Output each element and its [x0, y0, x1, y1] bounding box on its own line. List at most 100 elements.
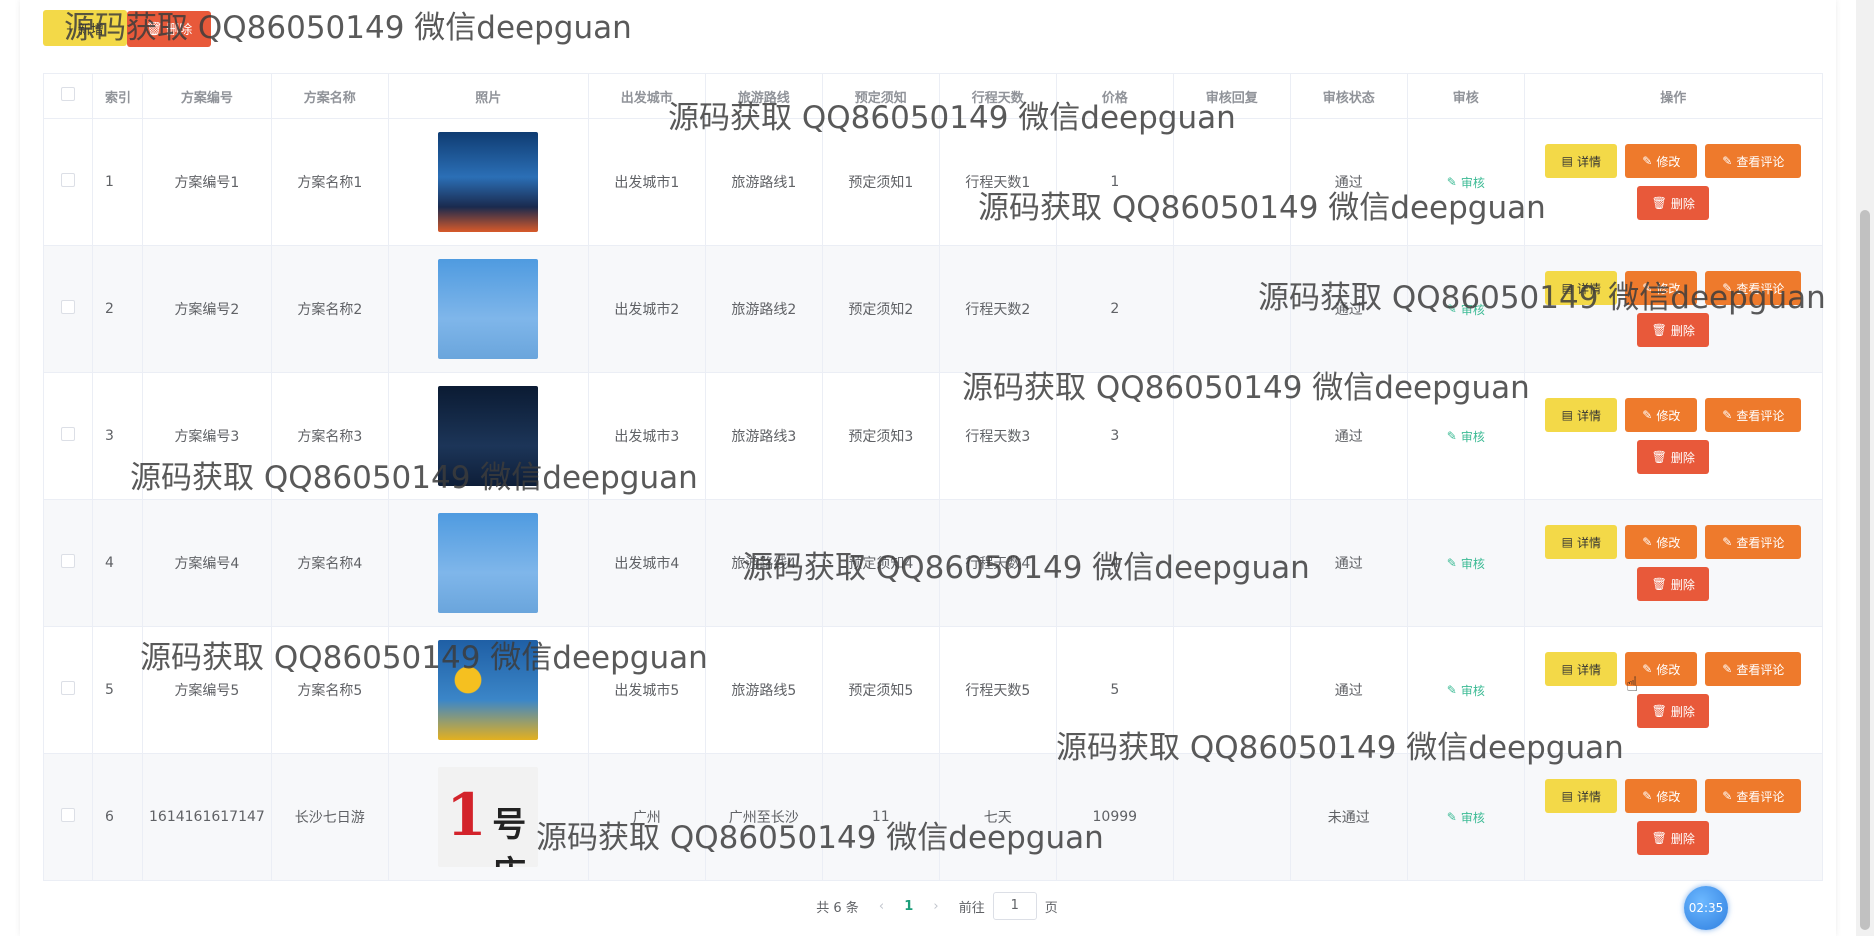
- document-icon: ▤: [1561, 789, 1573, 803]
- detail-button[interactable]: ▤ 详情: [1545, 652, 1618, 686]
- cell-photo: [387, 499, 589, 627]
- edit-button[interactable]: ✎ 修改: [1625, 144, 1698, 178]
- edit-button[interactable]: ✎ 修改: [1625, 398, 1698, 432]
- edit-icon: ✎: [1642, 408, 1653, 422]
- prev-page-icon[interactable]: ‹: [879, 899, 884, 914]
- view-comments-button[interactable]: ✎ 查看评论: [1705, 144, 1802, 178]
- row-select-cell[interactable]: [43, 499, 93, 627]
- cell-price: 3: [1055, 372, 1174, 500]
- cell-notice: 预定须知5: [821, 626, 940, 754]
- cell-code: 方案编号4: [142, 499, 272, 627]
- header-status: 审核状态: [1289, 73, 1408, 119]
- page-number-1[interactable]: 1: [904, 899, 913, 914]
- delete-button[interactable]: 🗑 删除: [1637, 567, 1710, 601]
- edit-icon: ✎: [1722, 535, 1733, 549]
- review-link[interactable]: ✎ 审核: [1447, 809, 1485, 826]
- cell-code: 方案编号2: [142, 245, 272, 373]
- select-all-cell[interactable]: [43, 73, 93, 119]
- header-route: 旅游路线: [704, 73, 823, 119]
- row-select-cell[interactable]: [43, 753, 93, 881]
- delete-button[interactable]: 🗑 删除: [1637, 694, 1710, 728]
- plan-photo[interactable]: [438, 513, 539, 613]
- detail-button[interactable]: ▤ 详情: [1545, 525, 1618, 559]
- cell-index: 3: [92, 372, 143, 500]
- cell-name: 长沙七日游: [270, 753, 389, 881]
- row-checkbox[interactable]: [61, 173, 75, 187]
- add-button[interactable]: + 新增: [43, 10, 127, 46]
- view-comments-button[interactable]: ✎ 查看评论: [1705, 779, 1802, 813]
- row-checkbox[interactable]: [61, 427, 75, 441]
- edit-icon: ✎: [1722, 408, 1733, 422]
- row-checkbox[interactable]: [61, 681, 75, 695]
- scrollbar[interactable]: [1856, 0, 1874, 936]
- cell-route: 旅游路线4: [704, 499, 823, 627]
- cell-city: 广州: [587, 753, 706, 881]
- plan-photo[interactable]: [438, 386, 539, 486]
- cell-route: 旅游路线2: [704, 245, 823, 373]
- view-comments-button[interactable]: ✎ 查看评论: [1705, 652, 1802, 686]
- header-photo: 照片: [387, 73, 589, 119]
- review-link[interactable]: ✎ 审核: [1447, 428, 1485, 445]
- view-comments-button[interactable]: ✎ 查看评论: [1705, 525, 1802, 559]
- row-checkbox[interactable]: [61, 300, 75, 314]
- plan-photo[interactable]: [438, 259, 539, 359]
- cell-city: 出发城市3: [587, 372, 706, 500]
- plan-photo[interactable]: [438, 132, 539, 232]
- row-select-cell[interactable]: [43, 118, 93, 246]
- cell-code: 1614161617147: [142, 753, 272, 881]
- header-price: 价格: [1055, 73, 1174, 119]
- detail-button[interactable]: ▤ 详情: [1545, 144, 1618, 178]
- cell-status: 通过: [1289, 626, 1408, 754]
- plan-photo[interactable]: [438, 640, 539, 740]
- table-row: 3 方案编号3 方案名称3 出发城市3 旅游路线3 预定须知3 行程天数3 3 通过 ✎ 审核 ▤ 详情…: [43, 372, 1823, 500]
- cell-status: 通过: [1289, 499, 1408, 627]
- delete-button[interactable]: 🗑 删除: [1637, 821, 1710, 855]
- cell-actions: ▤ 详情 ✎ 修改 ✎ 查看评论 🗑 删除: [1523, 245, 1823, 373]
- toolbar: + 新增 🗑 删除: [43, 10, 211, 47]
- view-comments-button[interactable]: ✎ 查看评论: [1705, 398, 1802, 432]
- edit-button[interactable]: ✎ 修改: [1625, 779, 1698, 813]
- next-page-icon[interactable]: ›: [933, 899, 938, 914]
- cell-review: ✎ 审核: [1406, 753, 1525, 881]
- detail-button[interactable]: ▤ 详情: [1545, 271, 1618, 305]
- cell-reply: [1172, 245, 1291, 373]
- review-link[interactable]: ✎ 审核: [1447, 301, 1485, 318]
- goto-page-input[interactable]: 1: [992, 892, 1037, 920]
- cell-notice: 预定须知1: [821, 118, 940, 246]
- cell-actions: ▤ 详情 ✎ 修改 ✎ 查看评论 🗑 删除: [1523, 626, 1823, 754]
- cell-price: 2: [1055, 245, 1174, 373]
- goto-suffix: 页: [1044, 900, 1058, 916]
- scrollbar-thumb[interactable]: [1860, 210, 1870, 930]
- row-select-cell[interactable]: [43, 372, 93, 500]
- cell-actions: ▤ 详情 ✎ 修改 ✎ 查看评论 🗑 删除: [1523, 118, 1823, 246]
- row-select-cell[interactable]: [43, 626, 93, 754]
- table-header-row: 索引 方案编号 方案名称 照片 出发城市 旅游路线 预定须知 行程天数 价格 审…: [43, 73, 1823, 119]
- batch-delete-button[interactable]: 🗑 删除: [127, 10, 211, 47]
- review-link[interactable]: ✎ 审核: [1447, 555, 1485, 572]
- delete-button[interactable]: 🗑 删除: [1637, 313, 1710, 347]
- trash-icon: 🗑: [145, 20, 163, 36]
- plan-photo[interactable]: 1号店: [438, 767, 539, 867]
- edit-button[interactable]: ✎ 修改: [1625, 271, 1698, 305]
- detail-button[interactable]: ▤ 详情: [1545, 398, 1618, 432]
- cell-photo: [387, 626, 589, 754]
- cell-city: 出发城市5: [587, 626, 706, 754]
- select-all-checkbox[interactable]: [61, 87, 75, 101]
- delete-button[interactable]: 🗑 删除: [1637, 186, 1710, 220]
- row-select-cell[interactable]: [43, 245, 93, 373]
- trash-icon: 🗑: [1651, 704, 1667, 718]
- edit-button[interactable]: ✎ 修改: [1625, 525, 1698, 559]
- detail-button[interactable]: ▤ 详情: [1545, 779, 1618, 813]
- review-link[interactable]: ✎ 审核: [1447, 682, 1485, 699]
- review-link[interactable]: ✎ 审核: [1447, 174, 1485, 191]
- row-checkbox[interactable]: [61, 808, 75, 822]
- cell-reply: [1172, 499, 1291, 627]
- view-comments-button[interactable]: ✎ 查看评论: [1705, 271, 1802, 305]
- cell-route: 旅游路线5: [704, 626, 823, 754]
- cell-name: 方案名称3: [270, 372, 389, 500]
- delete-button[interactable]: 🗑 删除: [1637, 440, 1710, 474]
- cell-status: 未通过: [1289, 753, 1408, 881]
- cell-photo: [387, 245, 589, 373]
- row-checkbox[interactable]: [61, 554, 75, 568]
- header-code: 方案编号: [142, 73, 272, 119]
